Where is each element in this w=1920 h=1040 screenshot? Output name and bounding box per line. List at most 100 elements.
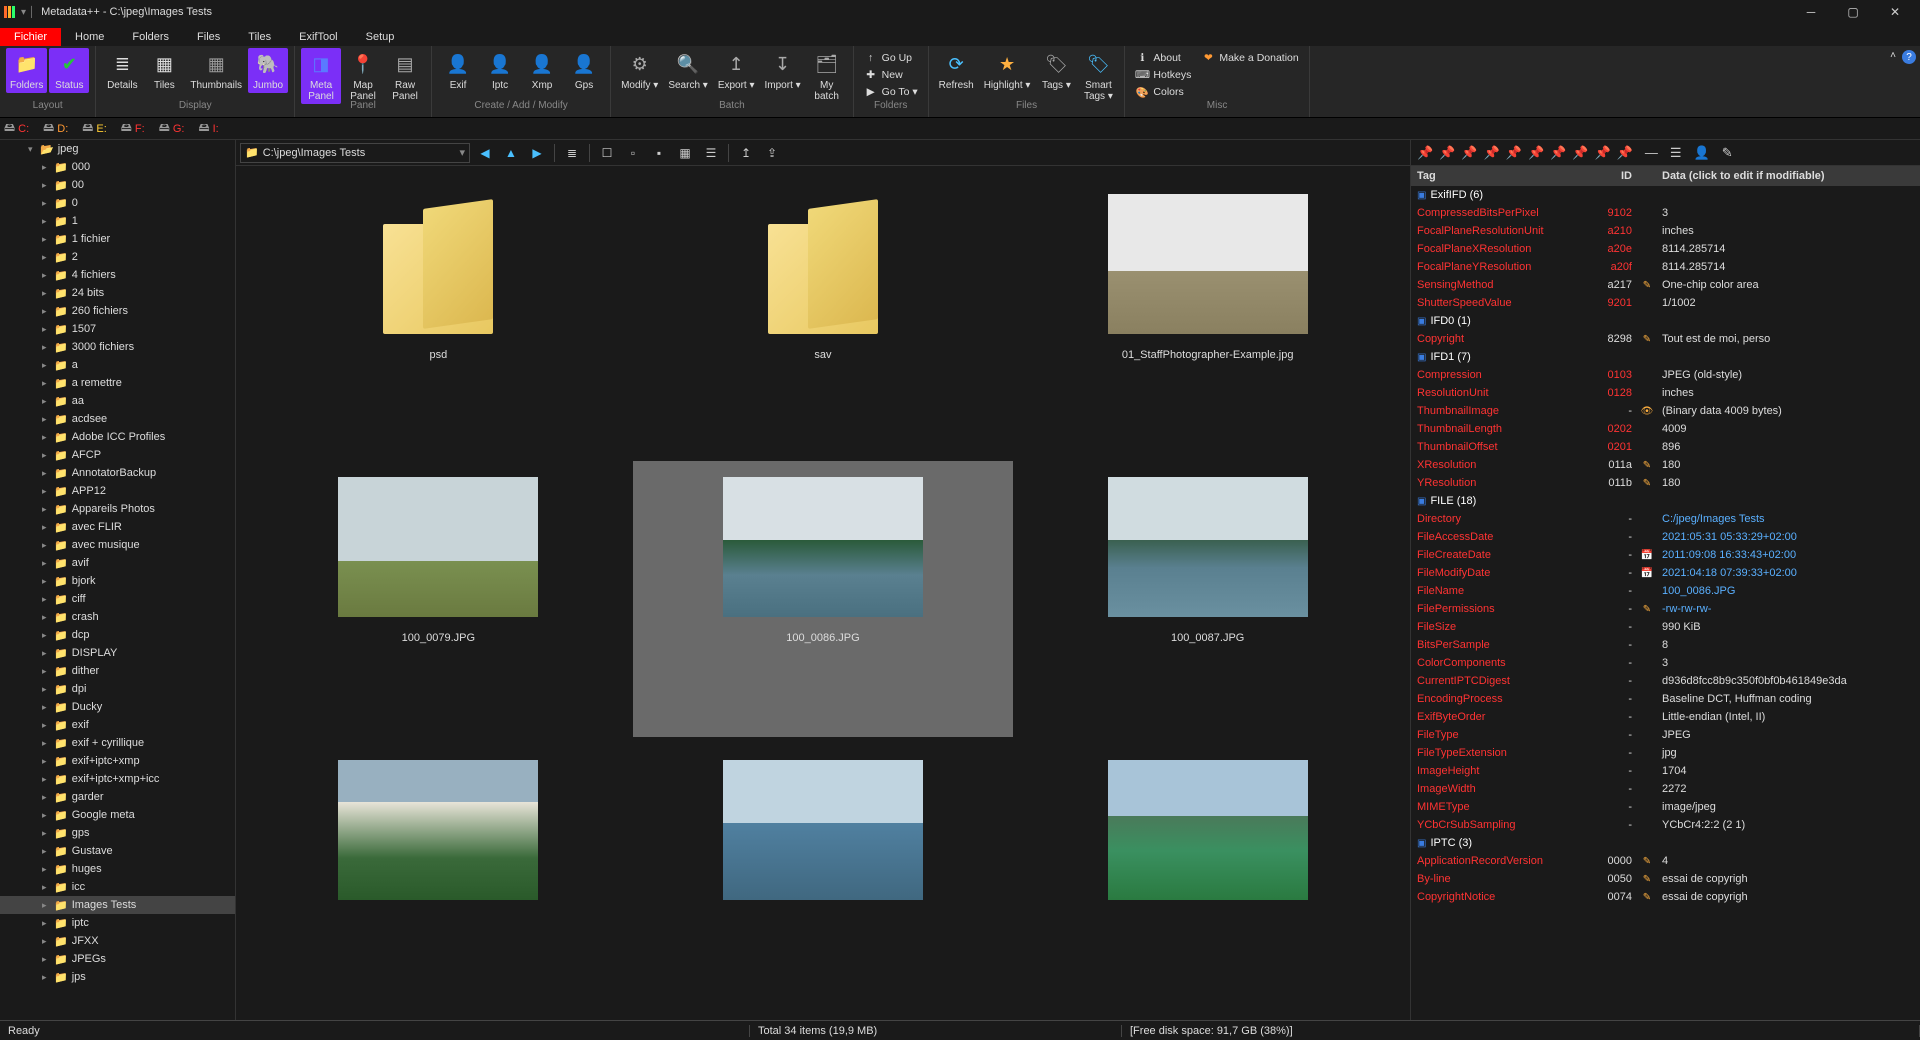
ribbon-btn-map-panel[interactable]: 📍MapPanel [343,48,383,104]
meta-group-header[interactable]: ▣IFD0 (1) [1411,312,1920,330]
meta-row[interactable]: YCbCrSubSampling-YCbCr4:2:2 (2 1) [1411,816,1920,834]
meta-row[interactable]: ImageHeight-1704 [1411,762,1920,780]
drive-g[interactable]: 🖴G: [159,119,185,138]
ribbon-btn-my-batch[interactable]: 🗂Mybatch [807,48,847,104]
edit-icon[interactable]: ✎ [1638,892,1656,903]
tree-item[interactable]: ▸📁exif [0,716,235,734]
edit-icon[interactable]: 👁 [1638,406,1656,417]
tree-item[interactable]: ▸📁1 fichier [0,230,235,248]
tree-item[interactable]: ▸📁Ducky [0,698,235,716]
minimize-button[interactable]: ─ [1790,0,1832,24]
drive-c[interactable]: 🖴C: [4,119,29,138]
pin-icon[interactable]: 📌 [1617,145,1633,161]
edit-icon[interactable]: ✎ [1638,280,1656,291]
tree-item[interactable]: ▸📁Adobe ICC Profiles [0,428,235,446]
meta-value[interactable]: essai de copyrigh [1656,891,1914,903]
tree-item[interactable]: ▸📁aa [0,392,235,410]
edit-icon[interactable]: 📅 [1638,550,1656,561]
tree-item[interactable]: ▸📁JFXX [0,932,235,950]
meta-row[interactable]: ImageWidth-2272 [1411,780,1920,798]
meta-value[interactable]: 2021:05:31 05:33:29+02:00 [1656,531,1914,543]
pin-tool-icon[interactable]: — [1645,145,1658,160]
meta-row[interactable]: YResolution011b✎180 [1411,474,1920,492]
tree-item[interactable]: ▸📁exif + cyrillique [0,734,235,752]
tab-tiles[interactable]: Tiles [234,28,285,46]
meta-row[interactable]: ThumbnailImage-👁(Binary data 4009 bytes) [1411,402,1920,420]
meta-row[interactable]: ThumbnailOffset0201896 [1411,438,1920,456]
ribbon-btn-iptc[interactable]: 👤Iptc [480,48,520,93]
help-icon[interactable]: ? [1902,50,1916,64]
tree-item[interactable]: ▸📁iptc [0,914,235,932]
pin-icon[interactable]: 📌 [1417,145,1433,161]
tree-item[interactable]: ▸📁dpi [0,680,235,698]
meta-value[interactable]: inches [1656,225,1914,237]
pin-tool-icon[interactable]: ☰ [1670,145,1682,161]
meta-row[interactable]: BitsPerSample-8 [1411,636,1920,654]
nav-up-button[interactable]: ▲ [500,143,522,163]
meta-value[interactable]: 896 [1656,441,1914,453]
meta-row[interactable]: Directory-C:/jpeg/Images Tests [1411,510,1920,528]
meta-row[interactable]: Copyright8298✎Tout est de moi, perso [1411,330,1920,348]
ribbon-btn-thumbnails[interactable]: ▦Thumbnails [186,48,246,93]
meta-row[interactable]: EncodingProcess-Baseline DCT, Huffman co… [1411,690,1920,708]
tool-grid-icon[interactable]: ▦ [674,143,696,163]
tree-item[interactable]: ▸📁0 [0,194,235,212]
meta-value[interactable]: 8 [1656,639,1914,651]
meta-row[interactable]: MIMEType-image/jpeg [1411,798,1920,816]
tab-exiftool[interactable]: ExifTool [285,28,352,46]
edit-icon[interactable]: ✎ [1638,334,1656,345]
meta-value[interactable]: 180 [1656,477,1914,489]
pin-icon[interactable]: 📌 [1506,145,1522,161]
ribbon-btn-raw-panel[interactable]: ▤RawPanel [385,48,425,104]
meta-row[interactable]: FocalPlaneYResolutiona20f8114.285714 [1411,258,1920,276]
maximize-button[interactable]: ▢ [1832,0,1874,24]
meta-row[interactable]: FocalPlaneXResolutiona20e8114.285714 [1411,240,1920,258]
tree-item[interactable]: ▸📁Images Tests [0,896,235,914]
tree-item[interactable]: ▸📁avif [0,554,235,572]
tree-item[interactable]: ▸📁jps [0,968,235,986]
meta-value[interactable]: 990 KiB [1656,621,1914,633]
tab-folders[interactable]: Folders [118,28,183,46]
thumb-image[interactable]: 100_0086.JPG [633,461,1014,736]
tree-item[interactable]: ▸📁icc [0,878,235,896]
ribbon-mini-go-up[interactable]: ↑Go Up [860,50,922,66]
ribbon-btn-refresh[interactable]: ⟳Refresh [935,48,978,93]
tree-item[interactable]: ▸📁2 [0,248,235,266]
tree-item[interactable]: ▸📁huges [0,860,235,878]
tree-item[interactable]: ▸📁dcp [0,626,235,644]
meta-row[interactable]: FileName-100_0086.JPG [1411,582,1920,600]
meta-value[interactable]: JPEG (old-style) [1656,369,1914,381]
ribbon-btn-folders[interactable]: 📁Folders [6,48,47,93]
meta-value[interactable]: 2021:04:18 07:39:33+02:00 [1656,567,1914,579]
thumb-folder[interactable]: sav [633,178,1014,453]
tool-list-icon[interactable]: ≣ [561,143,583,163]
nav-forward-button[interactable]: ▶ [526,143,548,163]
path-box[interactable]: 📁 C:\jpeg\Images Tests ▾ [240,143,470,163]
tree-item[interactable]: ▸📁exif+iptc+xmp [0,752,235,770]
ribbon-collapse-icon[interactable]: ˄ [1890,50,1896,61]
meta-value[interactable]: Tout est de moi, perso [1656,333,1914,345]
tree-item[interactable]: ▸📁exif+iptc+xmp+icc [0,770,235,788]
meta-value[interactable]: image/jpeg [1656,801,1914,813]
meta-row[interactable]: FileAccessDate-2021:05:31 05:33:29+02:00 [1411,528,1920,546]
meta-row[interactable]: XResolution011a✎180 [1411,456,1920,474]
tab-home[interactable]: Home [61,28,118,46]
thumb-image[interactable] [248,745,629,1008]
tree-item[interactable]: ▸📁APP12 [0,482,235,500]
tree-item[interactable]: ▸📁1507 [0,320,235,338]
tree-item[interactable]: ▸📁acdsee [0,410,235,428]
thumb-image[interactable]: 100_0087.JPG [1017,461,1398,736]
meta-value[interactable]: d936d8fcc8b9c350f0bf0b461849e3da [1656,675,1914,687]
ribbon-btn-details[interactable]: ≣Details [102,48,142,93]
ribbon-btn-tiles[interactable]: ▦Tiles [144,48,184,93]
meta-group-header[interactable]: ▣FILE (18) [1411,492,1920,510]
meta-row[interactable]: ThumbnailLength02024009 [1411,420,1920,438]
pin-icon[interactable]: 📌 [1484,145,1500,161]
tree-item[interactable]: ▸📁garder [0,788,235,806]
thumb-folder[interactable]: psd [248,178,629,453]
ribbon-btn-xmp[interactable]: 👤Xmp [522,48,562,93]
tool-tiles-s-icon[interactable]: ▫ [622,143,644,163]
tree-item[interactable]: ▸📁Appareils Photos [0,500,235,518]
tree-item[interactable]: ▸📁avec musique [0,536,235,554]
meta-value[interactable]: 2011:09:08 16:33:43+02:00 [1656,549,1914,561]
